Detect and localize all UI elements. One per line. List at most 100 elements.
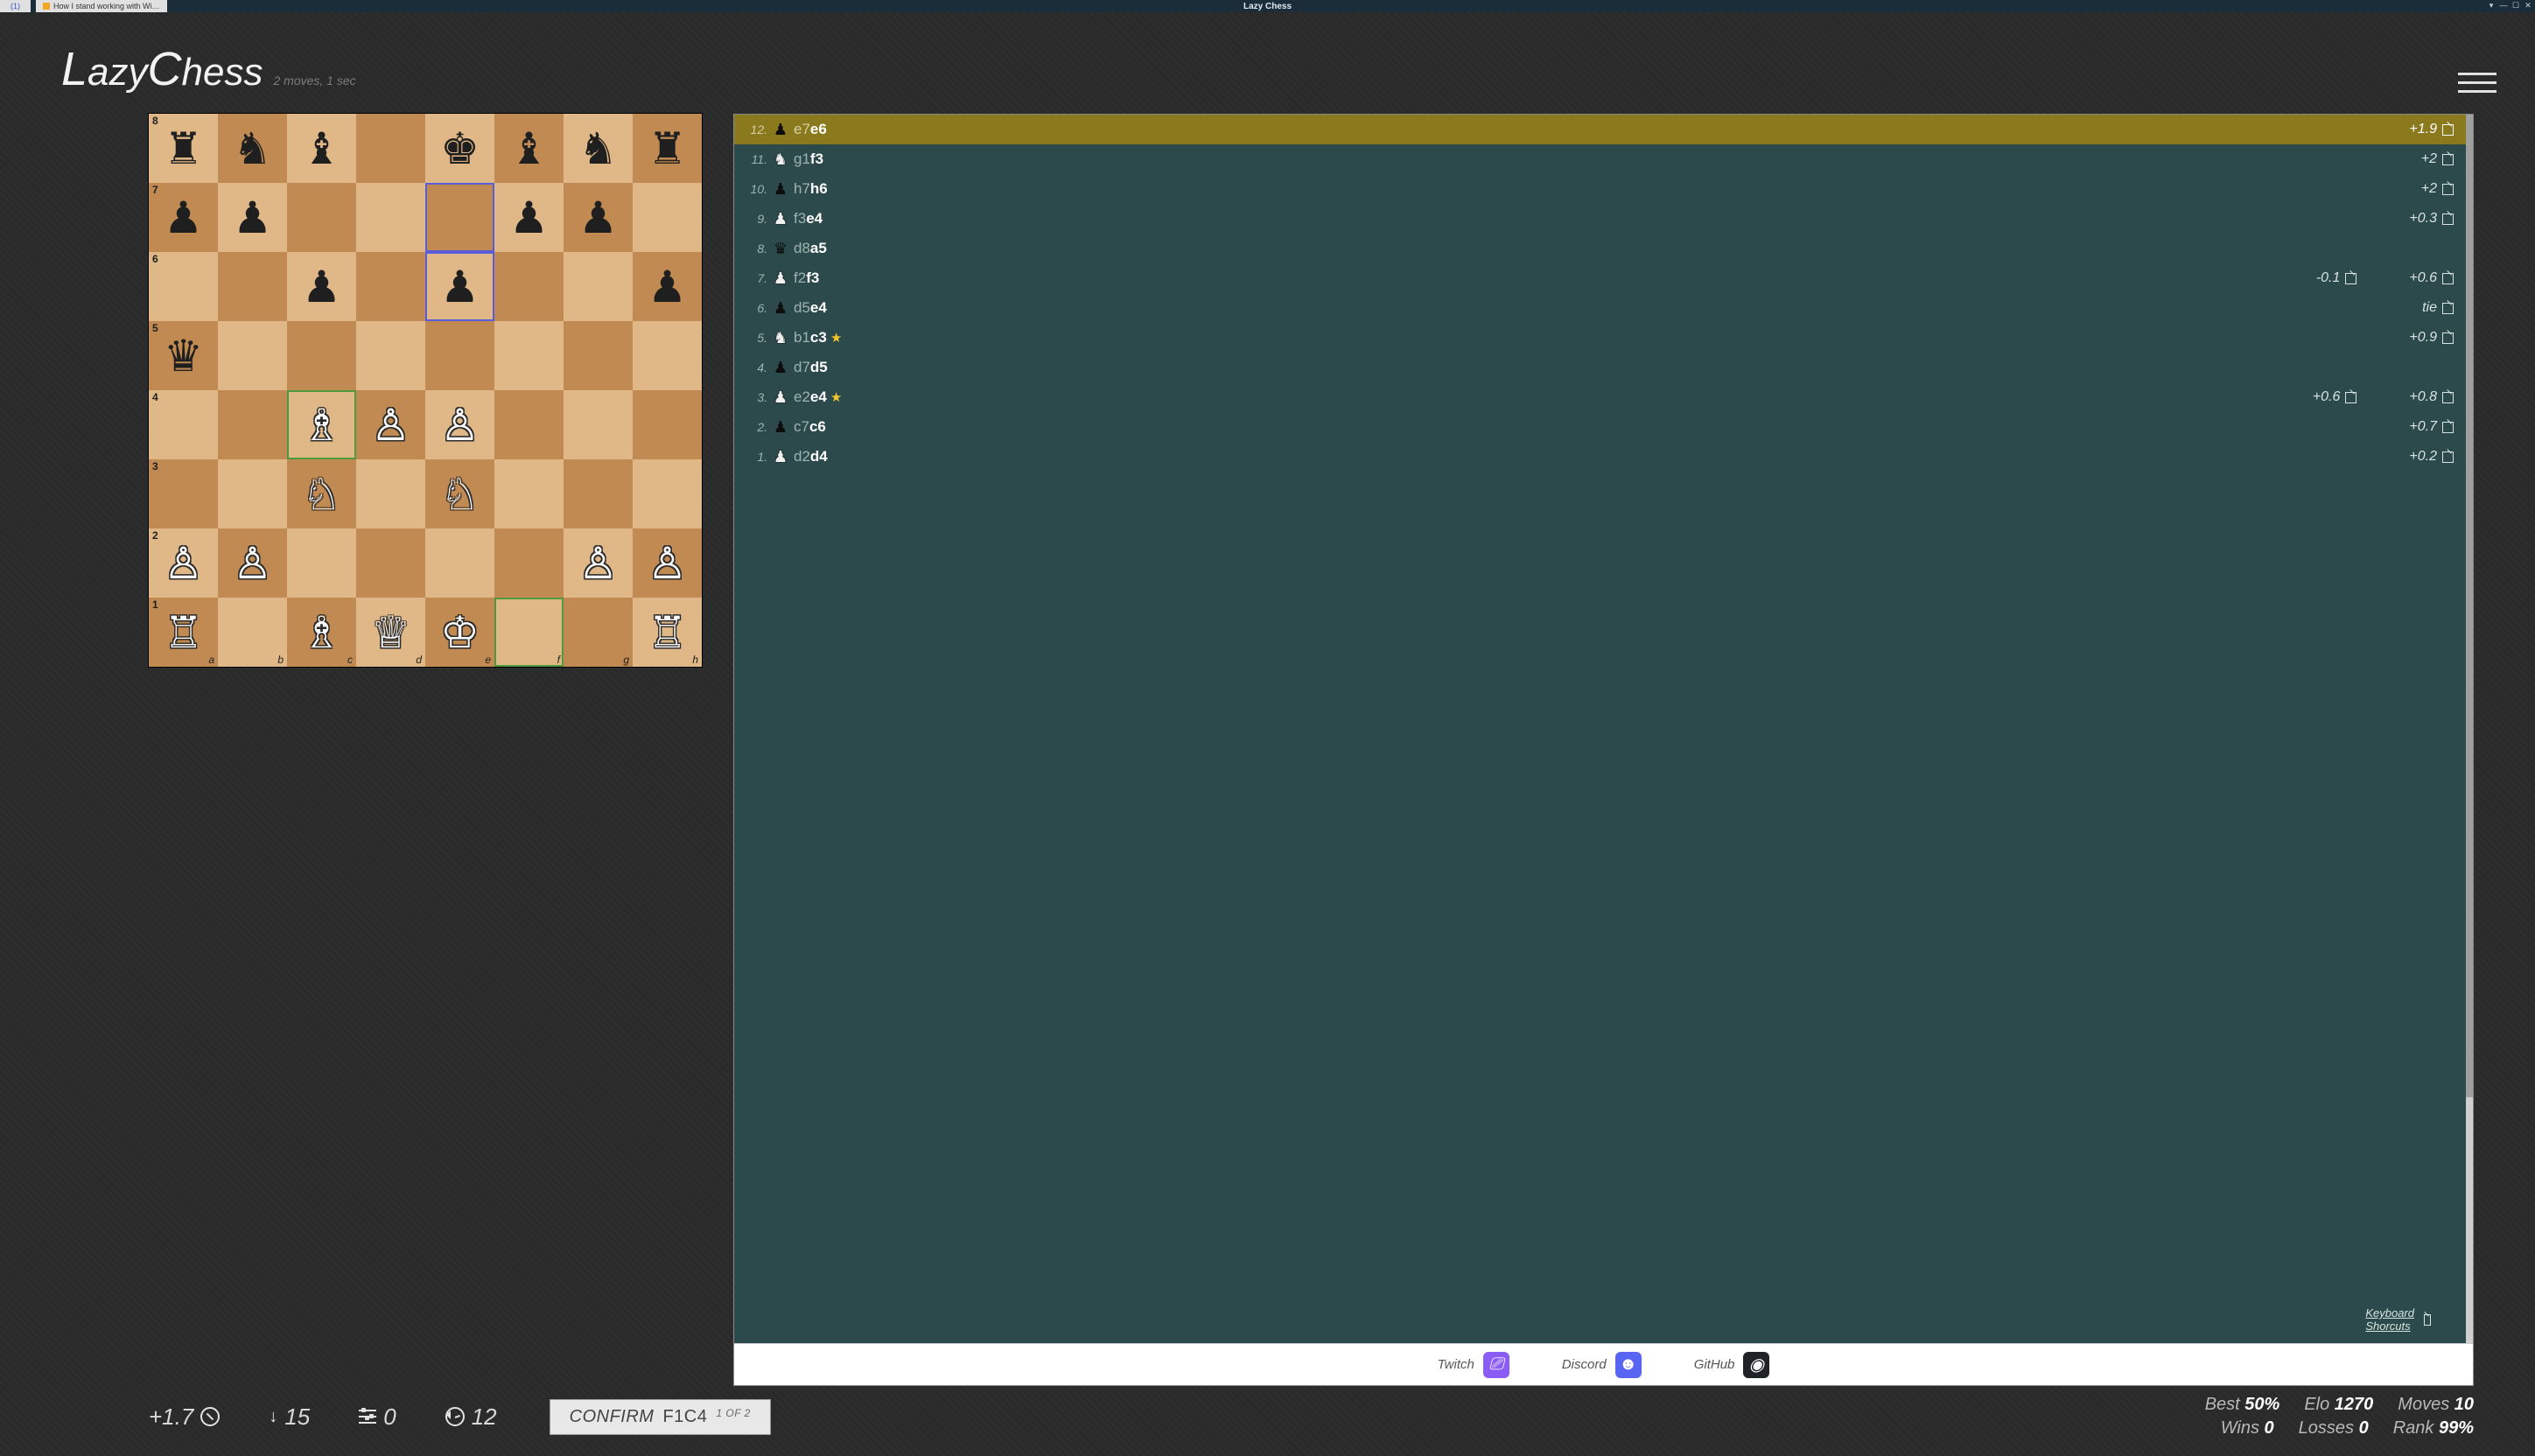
piece-wr[interactable]: ♖ <box>648 611 687 654</box>
square-h2[interactable]: ♙ <box>633 528 702 598</box>
square-g4[interactable] <box>564 390 633 459</box>
external-link-icon[interactable] <box>2442 303 2454 314</box>
square-f3[interactable] <box>494 459 564 528</box>
piece-wk[interactable]: ♔ <box>440 611 480 654</box>
square-a7[interactable]: 7♟ <box>149 183 218 252</box>
piece-wb[interactable]: ♗ <box>302 403 341 447</box>
twitch-link[interactable]: Twitch ⎚ <box>1438 1352 1509 1378</box>
square-b5[interactable] <box>218 321 287 390</box>
square-g2[interactable]: ♙ <box>564 528 633 598</box>
square-b6[interactable] <box>218 252 287 321</box>
os-tab-2[interactable]: How I stand working with Wi… <box>36 0 167 12</box>
piece-bn[interactable]: ♞ <box>233 127 272 171</box>
square-c3[interactable]: ♘ <box>287 459 356 528</box>
square-h6[interactable]: ♟ <box>633 252 702 321</box>
square-d2[interactable] <box>356 528 425 598</box>
square-b1[interactable]: b <box>218 598 287 667</box>
square-a3[interactable]: 3 <box>149 459 218 528</box>
move-row[interactable]: 10.♟h7h6+2 <box>734 174 2466 204</box>
square-d7[interactable] <box>356 183 425 252</box>
square-e1[interactable]: e♔ <box>425 598 494 667</box>
move-row[interactable]: 2.♟c7c6+0.7 <box>734 412 2466 442</box>
square-d4[interactable]: ♙ <box>356 390 425 459</box>
confirm-button[interactable]: CONFIRM F1C4 1 OF 2 <box>550 1399 771 1435</box>
piece-bp[interactable]: ♟ <box>509 196 549 240</box>
square-c8[interactable]: ♝ <box>287 114 356 183</box>
square-c1[interactable]: c♗ <box>287 598 356 667</box>
square-g8[interactable]: ♞ <box>564 114 633 183</box>
square-f8[interactable]: ♝ <box>494 114 564 183</box>
square-d6[interactable] <box>356 252 425 321</box>
history-counter[interactable]: 12 <box>445 1404 497 1431</box>
move-row[interactable]: 1.♟d2d4+0.2 <box>734 442 2466 472</box>
square-b4[interactable] <box>218 390 287 459</box>
piece-br[interactable]: ♜ <box>164 127 203 171</box>
move-row[interactable]: 12.♟e7e6+1.9 <box>734 115 2466 144</box>
piece-wp[interactable]: ♙ <box>648 542 687 585</box>
square-g3[interactable] <box>564 459 633 528</box>
square-d5[interactable] <box>356 321 425 390</box>
move-row[interactable]: 6.♟d5e4tie <box>734 293 2466 323</box>
external-link-icon[interactable] <box>2345 392 2356 403</box>
square-g6[interactable] <box>564 252 633 321</box>
square-f1[interactable]: f <box>494 598 564 667</box>
keyboard-shortcuts-link[interactable]: Keyboard Shorcuts <box>2365 1306 2431 1340</box>
piece-bp[interactable]: ♟ <box>302 265 341 309</box>
square-a5[interactable]: 5♛ <box>149 321 218 390</box>
square-b3[interactable] <box>218 459 287 528</box>
square-f5[interactable] <box>494 321 564 390</box>
square-h4[interactable] <box>633 390 702 459</box>
move-row[interactable]: 4.♟d7d5 <box>734 353 2466 382</box>
square-b7[interactable]: ♟ <box>218 183 287 252</box>
square-h7[interactable] <box>633 183 702 252</box>
square-h5[interactable] <box>633 321 702 390</box>
piece-bb[interactable]: ♝ <box>302 127 341 171</box>
external-link-icon[interactable] <box>2442 332 2454 344</box>
pin-icon[interactable]: ▾ <box>2486 0 2496 10</box>
piece-wb[interactable]: ♗ <box>302 611 341 654</box>
square-b8[interactable]: ♞ <box>218 114 287 183</box>
piece-bp[interactable]: ♟ <box>164 196 203 240</box>
piece-wn[interactable]: ♘ <box>302 472 341 516</box>
external-link-icon[interactable] <box>2442 184 2454 195</box>
square-b2[interactable]: ♙ <box>218 528 287 598</box>
square-d1[interactable]: d♕ <box>356 598 425 667</box>
piece-bk[interactable]: ♚ <box>440 127 480 171</box>
external-link-icon[interactable] <box>2442 154 2454 165</box>
square-e2[interactable] <box>425 528 494 598</box>
square-f6[interactable] <box>494 252 564 321</box>
square-e6[interactable]: ♟ <box>425 252 494 321</box>
square-c6[interactable]: ♟ <box>287 252 356 321</box>
piece-wn[interactable]: ♘ <box>440 472 480 516</box>
square-c7[interactable] <box>287 183 356 252</box>
square-f2[interactable] <box>494 528 564 598</box>
piece-bq[interactable]: ♛ <box>164 334 203 378</box>
square-c5[interactable] <box>287 321 356 390</box>
scrollbar[interactable] <box>2466 115 2473 1343</box>
move-row[interactable]: 3.♟e2e4★+0.6+0.8 <box>734 382 2466 412</box>
os-tab-1[interactable]: (1) <box>0 0 31 12</box>
piece-bp[interactable]: ♟ <box>648 265 687 309</box>
piece-bp[interactable]: ♟ <box>440 265 480 309</box>
external-link-icon[interactable] <box>2442 214 2454 225</box>
square-h8[interactable]: ♜ <box>633 114 702 183</box>
square-g5[interactable] <box>564 321 633 390</box>
square-a8[interactable]: 8♜ <box>149 114 218 183</box>
piece-bp[interactable]: ♟ <box>578 196 618 240</box>
move-row[interactable]: 8.♛d8a5 <box>734 234 2466 263</box>
maximize-button[interactable]: ☐ <box>2510 0 2521 10</box>
square-c4[interactable]: ♗ <box>287 390 356 459</box>
external-link-icon[interactable] <box>2345 273 2356 284</box>
settings-counter[interactable]: 0 <box>359 1404 396 1431</box>
external-link-icon[interactable] <box>2442 392 2454 403</box>
piece-wr[interactable]: ♖ <box>164 611 203 654</box>
piece-bp[interactable]: ♟ <box>233 196 272 240</box>
piece-wp[interactable]: ♙ <box>371 403 410 447</box>
square-f4[interactable] <box>494 390 564 459</box>
menu-button[interactable] <box>2454 69 2500 96</box>
square-e5[interactable] <box>425 321 494 390</box>
square-a1[interactable]: 1a♖ <box>149 598 218 667</box>
square-h3[interactable] <box>633 459 702 528</box>
external-link-icon[interactable] <box>2442 452 2454 463</box>
square-e7[interactable] <box>425 183 494 252</box>
